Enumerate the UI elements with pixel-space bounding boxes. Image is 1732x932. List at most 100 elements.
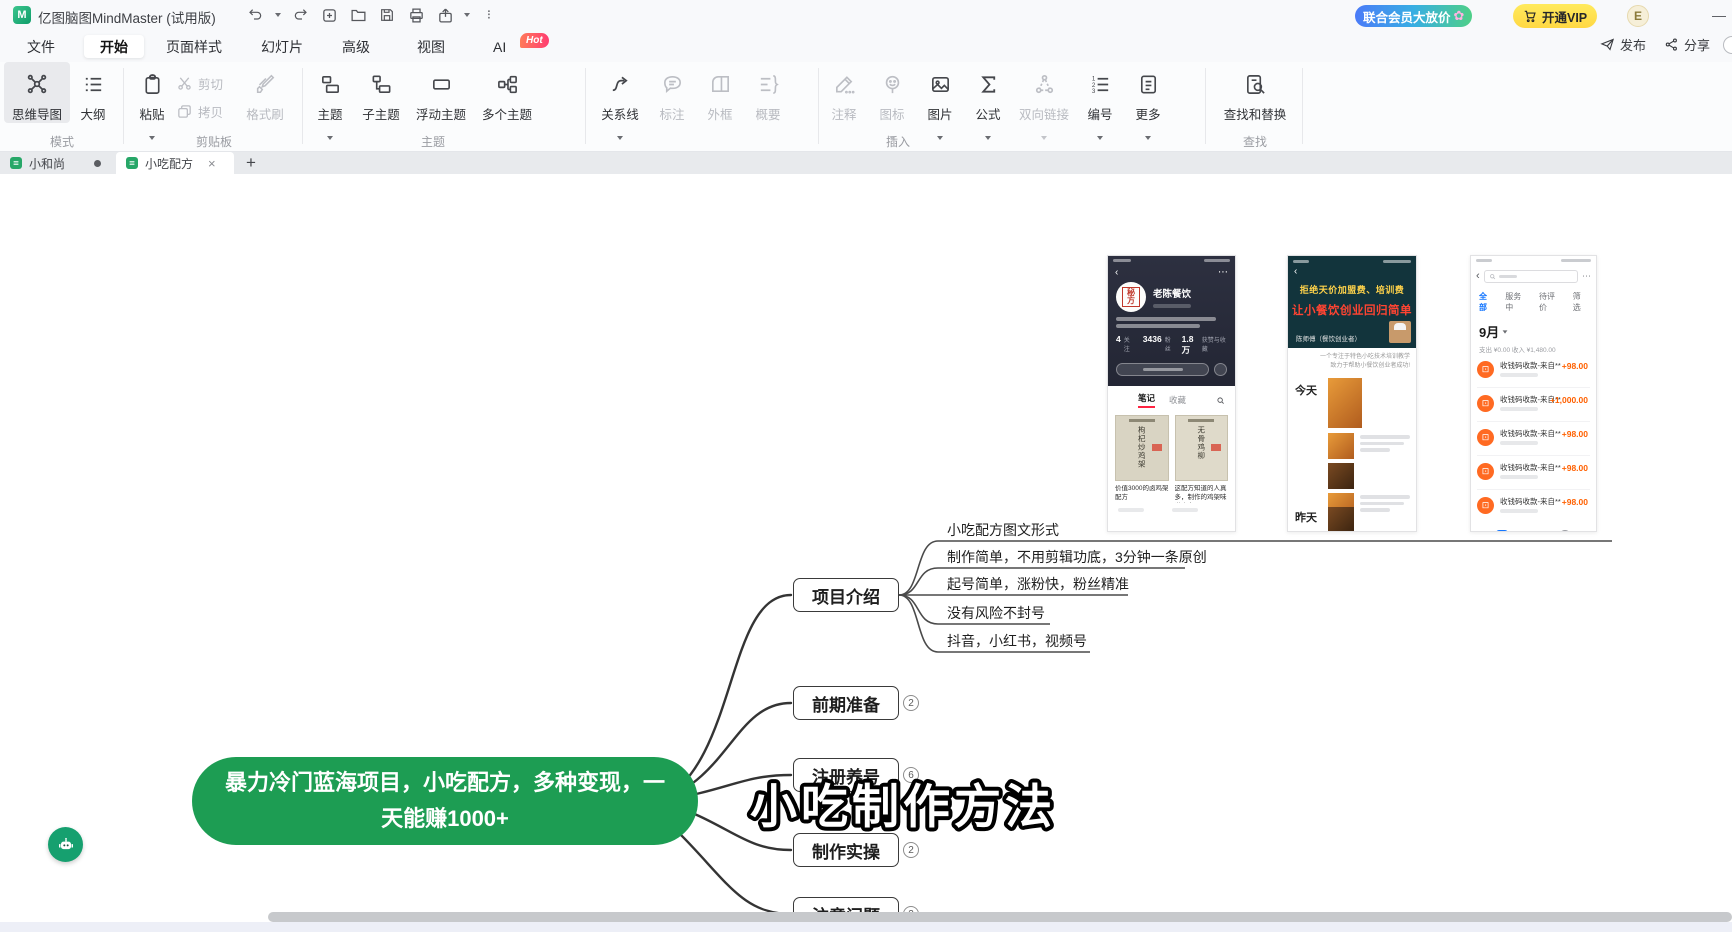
summary-label: 概要 (755, 104, 780, 123)
collapse-badge[interactable]: 2 (903, 842, 919, 858)
open-file-icon[interactable] (348, 5, 368, 25)
document-tab-bar: 小和尚 小吃配方 × + (0, 152, 1732, 174)
callout-icon (661, 70, 684, 98)
menu-ai[interactable]: AI (487, 35, 512, 58)
multiple-topics-button[interactable]: 多个主题 (474, 62, 540, 123)
attached-image-promo[interactable]: ‹ 拒绝天价加盟费、培训费 让小餐饮创业回归简单 陈师傅（餐饮创业者） 一个专注… (1287, 255, 1417, 532)
subtopic-2[interactable]: 制作简单，不用剪辑功底，3分钟一条原创 (947, 547, 1207, 567)
publish-button[interactable]: 发布 (1600, 35, 1646, 54)
format-painter-icon (254, 70, 276, 98)
menu-slides[interactable]: 幻灯片 (255, 35, 309, 58)
filter-tab-in-service: 服务中 (1505, 291, 1528, 313)
quick-access-toolbar: ⁝ (246, 5, 499, 25)
copy-icon (176, 103, 193, 120)
more-insert-button[interactable]: 更多 (1124, 62, 1172, 132)
attached-image-profile[interactable]: ‹⋯ 秘方 老陈餐饮 4关注 3436粉丝 (1107, 255, 1236, 532)
insert-icon-label: 图标 (879, 104, 904, 123)
minimize-button[interactable]: — (1708, 4, 1730, 26)
qr-payment-icon: ⊡ (1477, 429, 1494, 446)
attached-image-billing[interactable]: ‹ ⋯ 全部 服务中 待评价 筛选 9月 支出 ¥0.00 收入 ¥1,480.… (1470, 255, 1597, 532)
menu-view[interactable]: 视图 (411, 35, 451, 58)
back-icon: ‹ (1288, 263, 1416, 277)
subtopic-1[interactable]: 小吃配方图文形式 (947, 520, 1059, 540)
promo-card: ‹ 拒绝天价加盟费、培训费 让小餐饮创业回归简单 陈师傅（餐饮创业者） (1288, 256, 1416, 348)
search-icon (1489, 273, 1496, 280)
menu-home[interactable]: 开始 (84, 35, 144, 58)
more-dots-icon: ⋯ (1218, 268, 1228, 278)
more-document-icon (1137, 70, 1160, 98)
save-icon[interactable] (377, 5, 397, 25)
undo-icon[interactable] (246, 5, 266, 25)
picture-button[interactable]: 图片 (916, 62, 964, 132)
user-avatar[interactable]: E (1627, 5, 1649, 27)
paste-button[interactable]: 粘贴 (128, 62, 176, 132)
find-replace-button[interactable]: 查找和替换 (1212, 62, 1298, 123)
transaction-date (1500, 475, 1538, 479)
transaction-row: ⊡ 收钱码收款-来自** +1,000.00 (1477, 388, 1590, 422)
menu-page-style[interactable]: 页面样式 (160, 35, 228, 58)
promo-bio-2: 致力于帮助小餐饮创业者成功! (1288, 362, 1410, 371)
qr-payment-icon: ⊡ (1477, 463, 1494, 480)
export-icon[interactable] (435, 5, 455, 25)
redo-icon[interactable] (290, 5, 310, 25)
clock-icon (1559, 530, 1571, 532)
ribbon-group-insert: 关系线 标注 外框 (592, 62, 1204, 152)
profile-header: ‹⋯ 秘方 老陈餐饮 4关注 3436粉丝 (1108, 256, 1235, 386)
profile-action-button (1116, 363, 1209, 376)
topic-button[interactable]: 主题 (306, 62, 354, 132)
open-vip-button[interactable]: 开通VIP (1513, 4, 1597, 28)
relationship-button[interactable]: 关系线 (592, 62, 648, 132)
doc-tab-xiaochipeifang[interactable]: 小吃配方 × (116, 152, 234, 174)
branch-project-intro[interactable]: 项目介绍 (793, 578, 899, 612)
mindmap-mode-label: 思维导图 (12, 104, 62, 123)
insert-icon-button: 图标 (868, 62, 916, 132)
export-dropdown-icon[interactable] (464, 13, 470, 17)
undo-dropdown-icon[interactable] (275, 13, 281, 17)
close-tab-icon[interactable]: × (208, 157, 216, 170)
branch-preparation[interactable]: 前期准备 (793, 686, 899, 720)
ai-assistant-button[interactable] (48, 827, 83, 862)
transaction-date (1500, 509, 1538, 513)
horizontal-scrollbar[interactable] (268, 912, 1732, 922)
paste-label: 粘贴 (139, 104, 164, 123)
subtopic-4[interactable]: 没有风险不封号 (947, 603, 1045, 623)
month-summary: 支出 ¥0.00 收入 ¥1,480.00 (1471, 341, 1596, 354)
floating-topic-button[interactable]: 浮动主题 (408, 62, 474, 123)
customize-toolbar-icon[interactable]: ⁝ (479, 5, 499, 25)
transaction-row: ⊡ 收钱码收款-来自** +98.00 (1477, 354, 1590, 388)
doc-tab-xiaoheshang[interactable]: 小和尚 (0, 152, 111, 174)
stat-label: 粉丝 (1165, 335, 1172, 353)
formula-button[interactable]: 公式 (964, 62, 1012, 132)
subtopic-5[interactable]: 抖音，小红书，视频号 (947, 631, 1087, 651)
multiple-topics-label: 多个主题 (482, 104, 532, 123)
share-button[interactable]: 分享 (1664, 35, 1710, 54)
numbering-button[interactable]: 123 编号 (1076, 62, 1124, 132)
flower-icon: ✿ (1454, 8, 1465, 24)
svg-text:3: 3 (1091, 88, 1095, 95)
menu-advanced[interactable]: 高级 (336, 35, 376, 58)
document-icon (10, 157, 22, 169)
member-promo-badge[interactable]: 联合会员大放价 ✿ (1355, 5, 1472, 27)
cut-button: 剪切 (176, 74, 238, 93)
profile-avatar: 秘方 (1116, 282, 1146, 312)
new-document-icon[interactable] (319, 5, 339, 25)
callout-button: 标注 (648, 62, 696, 123)
group-label-insert: 插入 (592, 133, 1204, 150)
print-icon[interactable] (406, 5, 426, 25)
cut-icon (176, 75, 193, 92)
hot-badge: Hot (520, 33, 549, 48)
qr-payment-icon: ⊡ (1477, 395, 1494, 412)
new-tab-button[interactable]: + (240, 152, 262, 174)
mindmap-mode-button[interactable]: 思维导图 (4, 62, 70, 123)
menu-file[interactable]: 文件 (21, 35, 61, 58)
subtopic-button[interactable]: 子主题 (354, 62, 408, 123)
video-caption-overlay[interactable]: 小吃制作方法 (746, 771, 1086, 839)
mindmap-icon (25, 70, 49, 98)
outline-mode-button[interactable]: 大纲 (70, 62, 116, 123)
central-topic[interactable]: 暴力冷门蓝海项目，小吃配方，多种变现，一天能赚1000+ (192, 757, 698, 845)
food-thumbnail (1328, 507, 1354, 531)
summary-button: 概要 (744, 62, 792, 123)
subtopic-icon (370, 70, 393, 98)
subtopic-3[interactable]: 起号简单，涨粉快，粉丝精准 (947, 574, 1129, 594)
collapse-badge[interactable]: 2 (903, 695, 919, 711)
